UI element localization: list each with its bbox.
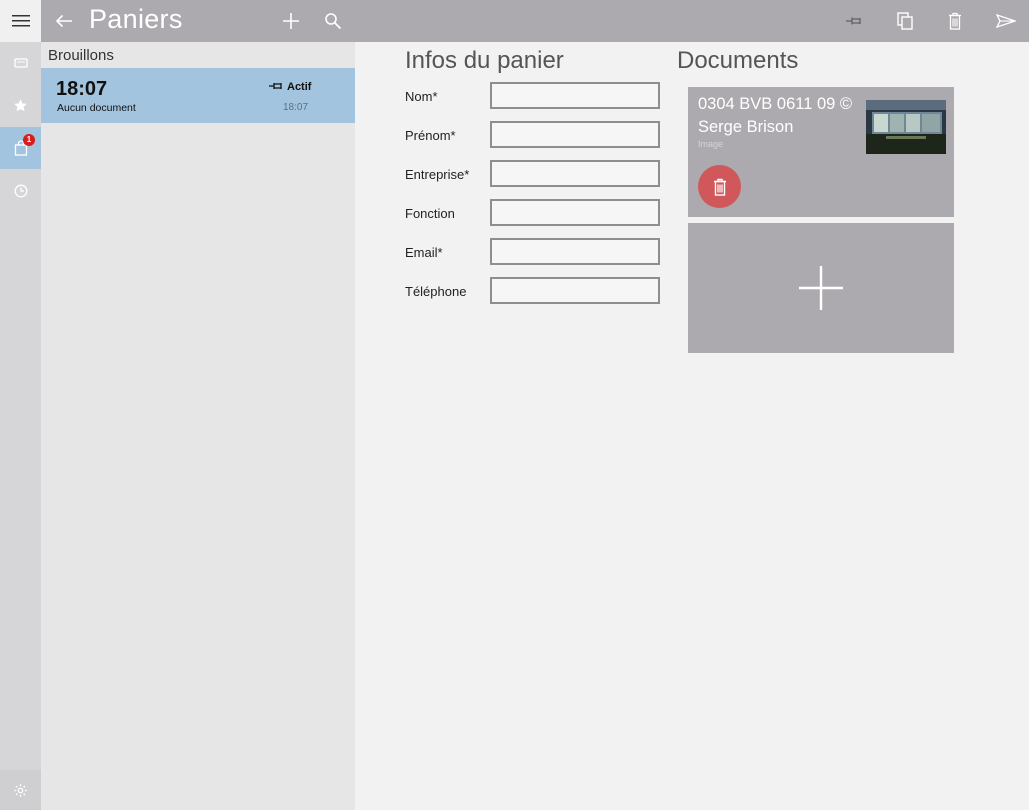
draft-subtitle: Aucun document [57,102,136,114]
basket-count-badge: 1 [23,134,35,146]
draft-status: Actif [287,81,312,93]
function-field[interactable] [490,199,660,226]
copy-button[interactable] [893,9,917,33]
function-label: Fonction [405,206,455,221]
firstname-label: Prénom* [405,128,456,143]
firstname-field[interactable] [490,121,660,148]
company-label: Entreprise* [405,167,470,182]
company-field[interactable] [490,160,660,187]
form-title: Infos du panier [405,47,564,74]
name-label: Nom* [405,89,438,104]
phone-field[interactable] [490,277,660,304]
nav-history-button[interactable] [0,170,41,212]
nav-favorites-button[interactable] [0,84,41,126]
drafts-header: Brouillons [48,47,114,64]
copy-icon [897,12,913,30]
catalog-icon [13,58,28,68]
plus-icon [799,266,843,310]
nav-catalog-button[interactable] [0,42,41,84]
send-button[interactable] [994,9,1018,33]
draft-status-time: 18:07 [283,102,309,113]
name-field[interactable] [490,82,660,109]
hamburger-icon [11,15,30,27]
email-field[interactable] [490,238,660,265]
nav-rail: 1 [0,0,41,810]
back-button[interactable] [51,8,77,34]
delete-basket-button[interactable] [943,9,967,33]
search-icon [325,13,342,30]
trash-icon [713,178,726,196]
plus-icon [283,13,299,29]
email-label: Email* [405,245,443,260]
building-photo-image [866,100,946,154]
drafts-panel: Brouillons 18:07 Aucun document Actif 18… [41,42,355,810]
gear-icon [14,783,27,797]
page-title: Paniers [89,4,183,34]
phone-label: Téléphone [405,284,467,299]
draft-time: 18:07 [56,78,108,100]
star-icon [14,98,27,111]
add-document-button[interactable] [688,223,954,353]
settings-button[interactable] [0,770,41,810]
trash-icon [949,12,961,30]
document-thumbnail [866,100,946,154]
active-pin-icon [269,83,282,89]
add-basket-button[interactable] [279,9,303,33]
pin-button[interactable] [843,9,867,33]
documents-title: Documents [677,47,799,74]
top-bar: Paniers [41,0,1029,42]
nav-baskets-button[interactable]: 1 [0,127,41,169]
document-type: Image [698,139,724,149]
delete-document-button[interactable] [698,165,741,208]
document-title: 0304 BVB 0611 09 © Serge Brison [698,95,853,136]
back-arrow-icon [55,14,72,28]
list-item[interactable]: 18:07 Aucun document Actif 18:07 [41,68,355,123]
send-icon [996,14,1016,28]
document-card[interactable]: 0304 BVB 0611 09 © Serge Brison Image [688,87,954,217]
clock-icon [14,184,27,198]
pin-icon [846,17,861,25]
hamburger-menu-button[interactable] [0,0,41,42]
search-button[interactable] [321,9,345,33]
